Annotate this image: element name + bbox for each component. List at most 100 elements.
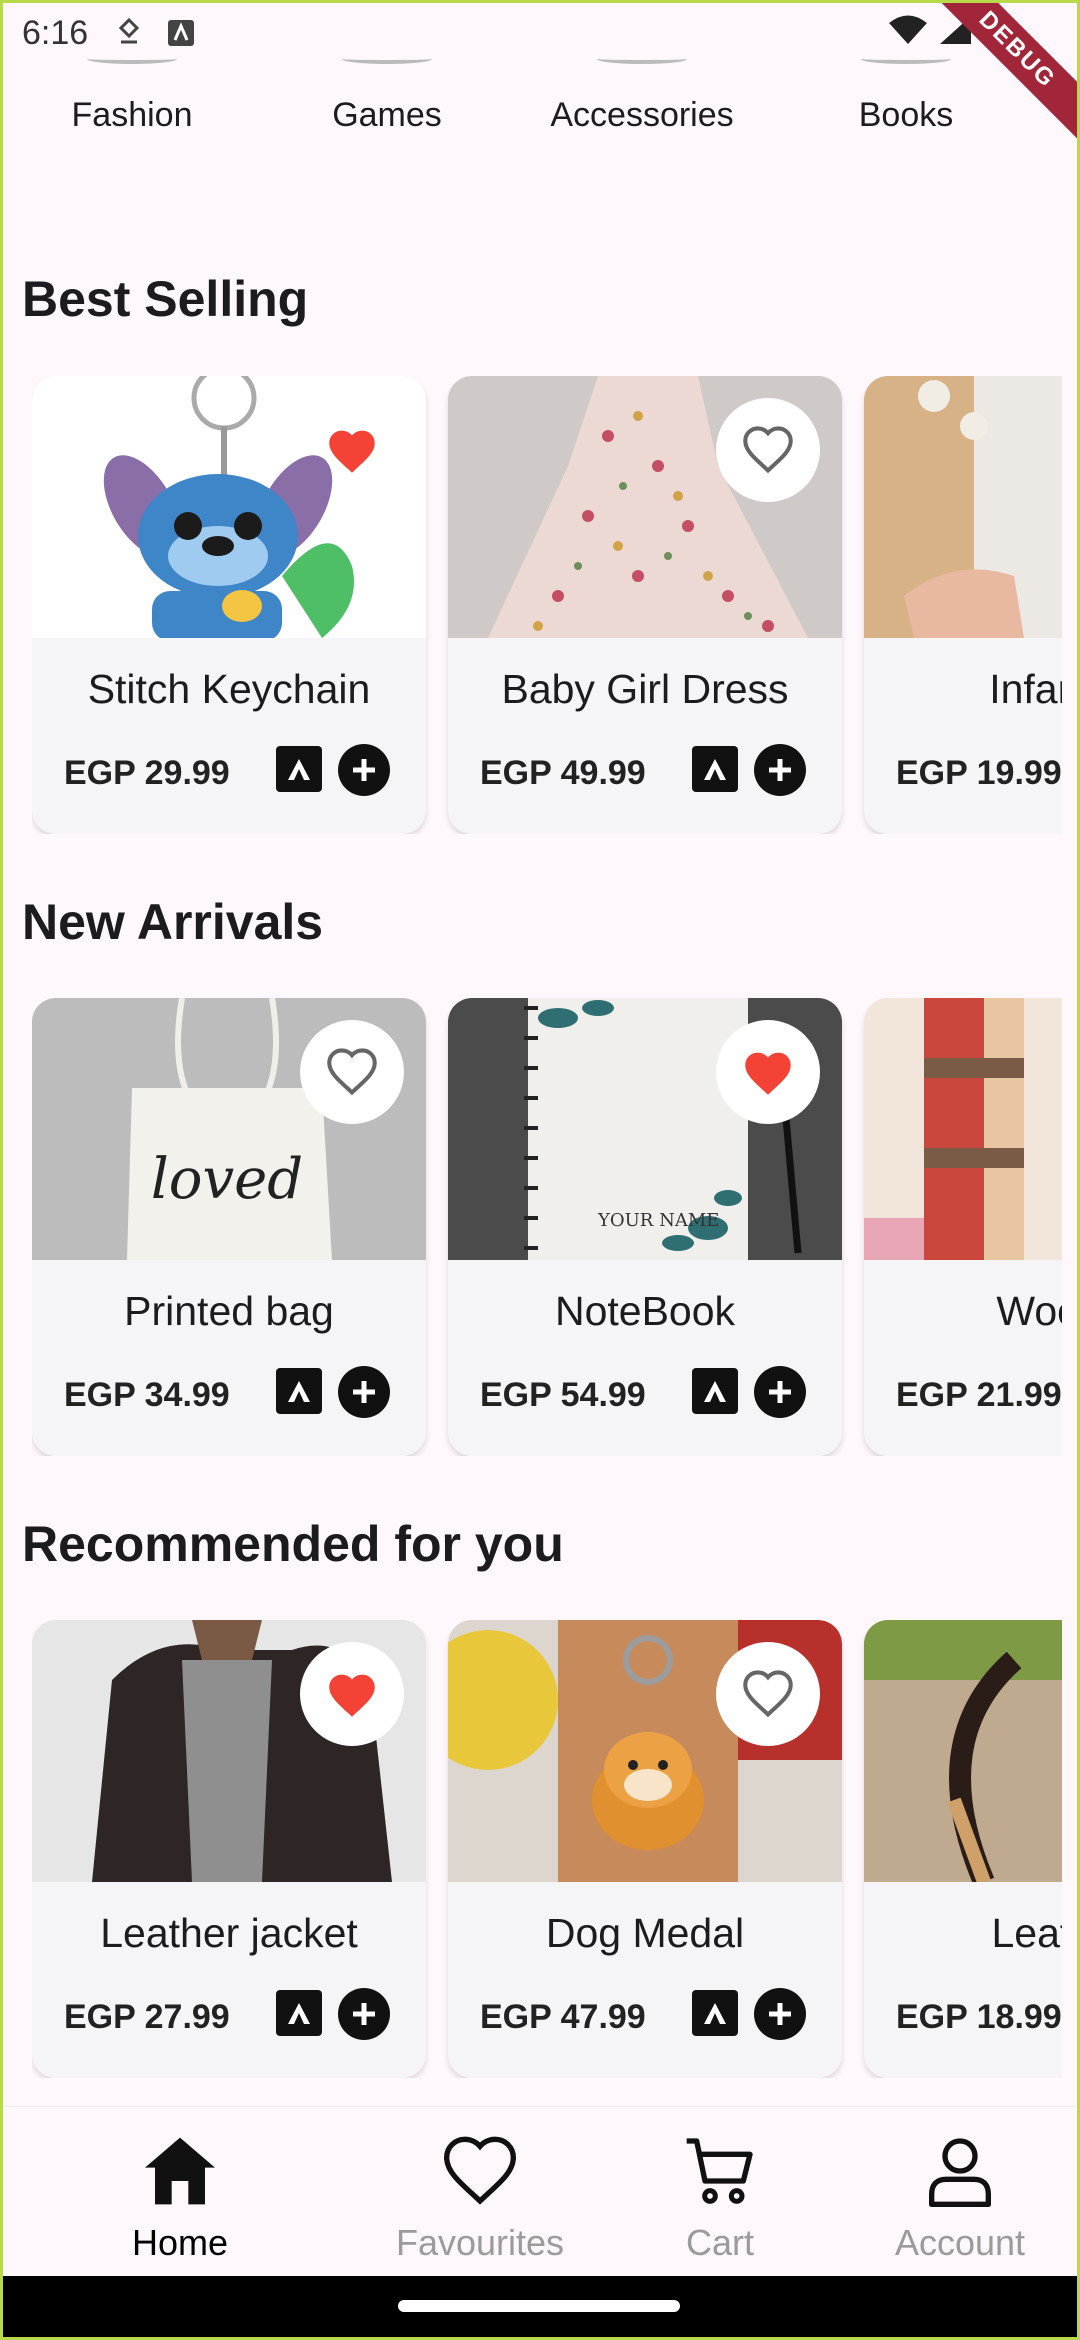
product-name: Wooler — [996, 1288, 1062, 1334]
category-label: Fashion — [71, 96, 193, 134]
product-price: EGP 27.99 — [64, 1998, 230, 2036]
system-navigation-bar — [0, 2276, 1080, 2340]
product-name: Leather jacket — [100, 1910, 358, 1956]
add-to-cart-button[interactable] — [754, 1988, 806, 2040]
nav-account[interactable]: Account — [850, 2131, 1070, 2264]
download-icon — [114, 18, 144, 48]
product-name: NoteBook — [554, 1288, 736, 1334]
product-image — [864, 376, 1062, 638]
nav-label: Cart — [685, 2222, 754, 2263]
product-name: Leather — [991, 1910, 1062, 1956]
new-arrivals-row[interactable]: loved Printed bag EGP 34.99 YOUR NAME No… — [32, 998, 1062, 1456]
section-title-best-selling: Best Selling — [22, 271, 309, 327]
brand-icon — [276, 1990, 322, 2036]
heart-filled-icon — [745, 1052, 791, 1095]
product-price: EGP 54.99 — [480, 1376, 646, 1414]
wifi-icon — [888, 14, 928, 55]
product-price: EGP 21.99 — [896, 1376, 1062, 1414]
section-title-recommended: Recommended for you — [22, 1516, 564, 1572]
favourite-button[interactable] — [716, 1642, 820, 1746]
add-to-cart-button[interactable] — [338, 1988, 390, 2040]
heart-outline-icon — [743, 426, 793, 474]
category-fashion[interactable]: Fashion — [0, 58, 264, 148]
product-image — [864, 1620, 1062, 1882]
nav-label: Favourites — [395, 2222, 565, 2263]
category-games[interactable]: Games — [264, 58, 510, 148]
app-notification-icon — [166, 18, 196, 48]
person-icon — [929, 2138, 991, 2207]
product-card[interactable]: Leather EGP 18.99 — [864, 1620, 1062, 2078]
product-card[interactable]: Stitch Keychain EGP 29.99 — [32, 376, 426, 834]
product-name: Dog Medal — [545, 1910, 745, 1956]
brand-icon — [692, 1368, 738, 1414]
category-image-edge — [87, 54, 177, 64]
product-image — [864, 998, 1062, 1260]
brand-icon — [692, 746, 738, 792]
favourite-button[interactable] — [300, 1020, 404, 1124]
product-price: EGP 29.99 — [64, 754, 230, 792]
product-name: Stitch Keychain — [87, 666, 371, 712]
nav-label: Account — [894, 2222, 1026, 2263]
brand-icon — [692, 1990, 738, 2036]
home-icon — [145, 2137, 215, 2205]
home-gesture-handle[interactable] — [398, 2300, 680, 2312]
favourite-button[interactable] — [300, 398, 404, 502]
product-name: Printed bag — [124, 1288, 334, 1334]
category-books[interactable]: Books — [774, 58, 1038, 148]
category-accessories[interactable]: Accessories — [510, 58, 774, 148]
category-label: Games — [332, 96, 442, 134]
add-to-cart-button[interactable] — [754, 1366, 806, 1418]
notebook-print-text: YOUR NAME — [597, 1210, 719, 1231]
bottom-navigation: Home Favourites Cart Account — [0, 2106, 1080, 2276]
heart-filled-icon — [329, 430, 375, 473]
heart-outline-icon — [327, 1048, 377, 1096]
status-time: 6:16 — [22, 13, 89, 52]
heart-outline-icon — [743, 1670, 793, 1718]
product-price: EGP 19.99 — [896, 754, 1062, 792]
product-price: EGP 49.99 — [480, 754, 646, 792]
favourite-button[interactable] — [716, 1020, 820, 1124]
product-name: Baby Girl Dress — [501, 666, 789, 712]
product-card[interactable]: loved Printed bag EGP 34.99 — [32, 998, 426, 1456]
category-image-edge — [597, 54, 687, 64]
add-to-cart-button[interactable] — [338, 1366, 390, 1418]
plus-icon — [769, 1381, 791, 1403]
product-card[interactable]: Infant H EGP 19.99 — [864, 376, 1062, 834]
heart-icon — [443, 2136, 517, 2205]
section-title-new-arrivals: New Arrivals — [22, 894, 324, 950]
plus-icon — [353, 759, 375, 781]
category-image-edge — [861, 54, 951, 64]
product-price: EGP 18.99 — [896, 1998, 1062, 2036]
plus-icon — [353, 1381, 375, 1403]
nav-home[interactable]: Home — [70, 2131, 290, 2264]
cart-icon — [686, 2138, 753, 2204]
nav-favourites[interactable]: Favourites — [370, 2131, 590, 2264]
nav-cart[interactable]: Cart — [610, 2131, 830, 2264]
category-image-edge — [342, 54, 432, 64]
favourite-button[interactable] — [300, 1642, 404, 1746]
category-label: Accessories — [550, 96, 734, 134]
plus-icon — [769, 2003, 791, 2025]
category-list: Fashion Games Accessories Books — [0, 58, 1080, 148]
product-price: EGP 34.99 — [64, 1376, 230, 1414]
plus-icon — [353, 2003, 375, 2025]
bag-print-text: loved — [151, 1147, 303, 1212]
brand-icon — [276, 1368, 322, 1414]
product-price: EGP 47.99 — [480, 1998, 646, 2036]
heart-filled-icon — [329, 1674, 375, 1717]
best-selling-row[interactable]: Stitch Keychain EGP 29.99 Baby Girl Dres… — [32, 376, 1062, 834]
plus-icon — [769, 759, 791, 781]
product-card[interactable]: Baby Girl Dress EGP 49.99 — [448, 376, 842, 834]
add-to-cart-button[interactable] — [338, 744, 390, 796]
favourite-button[interactable] — [716, 398, 820, 502]
product-card[interactable]: Wooler EGP 21.99 — [864, 998, 1062, 1456]
product-card[interactable]: Dog Medal EGP 47.99 — [448, 1620, 842, 2078]
nav-label: Home — [131, 2222, 229, 2263]
product-card[interactable]: Leather jacket EGP 27.99 — [32, 1620, 426, 2078]
recommended-row[interactable]: Leather jacket EGP 27.99 Dog Medal EGP 4… — [32, 1620, 1062, 2078]
product-card[interactable]: YOUR NAME NoteBook EGP 54.99 — [448, 998, 842, 1456]
brand-icon — [276, 746, 322, 792]
category-label: Books — [858, 96, 954, 134]
add-to-cart-button[interactable] — [754, 744, 806, 796]
product-name: Infant H — [989, 666, 1062, 712]
